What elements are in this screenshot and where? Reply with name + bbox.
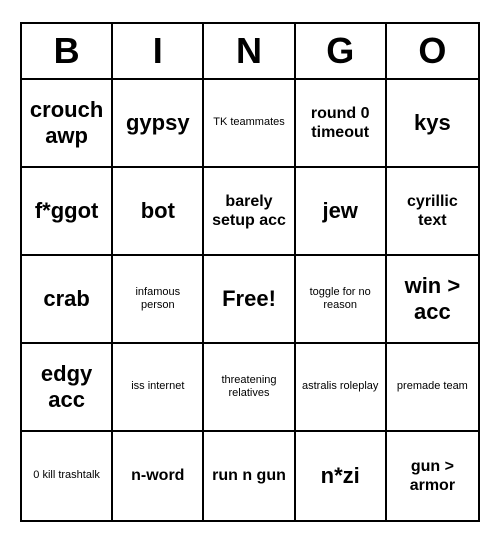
bingo-cell: n*zi [296, 432, 387, 520]
bingo-cell: toggle for no reason [296, 256, 387, 344]
bingo-cell: win > acc [387, 256, 478, 344]
bingo-header: BINGO [22, 24, 478, 80]
bingo-cell: edgy acc [22, 344, 113, 432]
bingo-cell: gun > armor [387, 432, 478, 520]
bingo-cell: crouch awp [22, 80, 113, 168]
bingo-cell: 0 kill trashtalk [22, 432, 113, 520]
bingo-cell: bot [113, 168, 204, 256]
bingo-cell: infamous person [113, 256, 204, 344]
bingo-cell: threatening relatives [204, 344, 295, 432]
header-letter: N [204, 24, 295, 78]
bingo-cell: jew [296, 168, 387, 256]
bingo-cell: kys [387, 80, 478, 168]
bingo-cell: astralis roleplay [296, 344, 387, 432]
bingo-cell: Free! [204, 256, 295, 344]
bingo-cell: barely setup acc [204, 168, 295, 256]
header-letter: G [296, 24, 387, 78]
bingo-grid: crouch awpgypsyTK teammatesround 0 timeo… [22, 80, 478, 520]
bingo-cell: iss internet [113, 344, 204, 432]
bingo-card: BINGO crouch awpgypsyTK teammatesround 0… [20, 22, 480, 522]
bingo-cell: premade team [387, 344, 478, 432]
bingo-cell: gypsy [113, 80, 204, 168]
bingo-cell: n-word [113, 432, 204, 520]
bingo-cell: round 0 timeout [296, 80, 387, 168]
header-letter: B [22, 24, 113, 78]
bingo-cell: run n gun [204, 432, 295, 520]
bingo-cell: cyrillic text [387, 168, 478, 256]
header-letter: I [113, 24, 204, 78]
bingo-cell: TK teammates [204, 80, 295, 168]
bingo-cell: f*ggot [22, 168, 113, 256]
bingo-cell: crab [22, 256, 113, 344]
header-letter: O [387, 24, 478, 78]
